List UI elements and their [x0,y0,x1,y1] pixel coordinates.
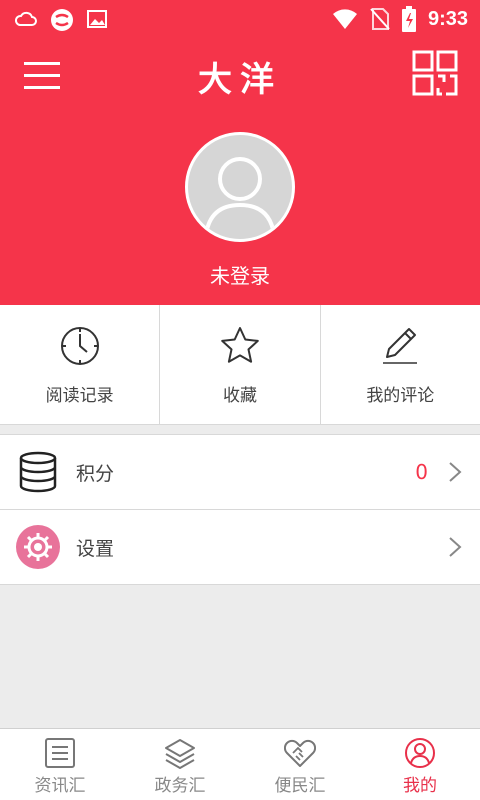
pencil-icon [383,328,418,364]
clock-icon [60,327,99,365]
no-sim-icon [370,8,390,30]
points-row[interactable]: 积分 0 [0,435,480,510]
avatar[interactable] [185,132,295,242]
bottom-tab-bar: 资讯汇 政务汇 便民汇 我的 [0,728,480,800]
chevron-right-icon [449,462,462,482]
star-icon [221,327,259,363]
quick-action-label: 收藏 [222,386,257,406]
quick-action-label: 阅读记录 [45,386,114,406]
gear-icon [16,525,60,569]
tab-services[interactable]: 便民汇 [240,729,360,800]
battery-icon [401,6,416,32]
user-placeholder-icon [204,157,276,236]
menu-list: 积分 0 设置 [0,434,480,585]
document-icon [45,738,75,768]
tab-news[interactable]: 资讯汇 [0,729,120,800]
quick-actions: 阅读记录 收藏 我的评论 [0,305,480,425]
app-notification-icon [51,9,73,31]
handshake-icon [284,739,316,767]
wifi-icon [332,9,357,29]
tab-me[interactable]: 我的 [360,729,480,800]
status-time: 9:33 [427,7,468,30]
image-icon [87,10,107,28]
tab-government[interactable]: 政务汇 [120,729,240,800]
reading-history-button[interactable]: 阅读记录 [0,305,161,424]
points-value: 0 [415,460,428,484]
tab-label: 政务汇 [154,776,206,796]
database-icon [19,451,57,493]
tab-label: 资讯汇 [34,776,86,796]
qr-code-icon[interactable] [412,50,458,96]
weather-icon [14,11,37,26]
my-comments-button[interactable]: 我的评论 [321,305,480,424]
profile-header: 大洋 未登录 [0,38,480,305]
points-label: 积分 [76,462,115,485]
settings-label: 设置 [76,537,115,560]
favorites-button[interactable]: 收藏 [160,305,321,424]
login-status[interactable]: 未登录 [0,260,480,289]
tab-label: 我的 [403,776,437,796]
page-title: 大洋 [198,60,282,100]
chevron-right-icon [449,537,462,557]
settings-row[interactable]: 设置 [0,510,480,585]
tab-label: 便民汇 [274,776,326,796]
status-bar: 9:33 [0,0,480,38]
user-circle-icon [405,738,435,768]
layers-icon [165,739,195,769]
quick-action-label: 我的评论 [366,386,435,406]
